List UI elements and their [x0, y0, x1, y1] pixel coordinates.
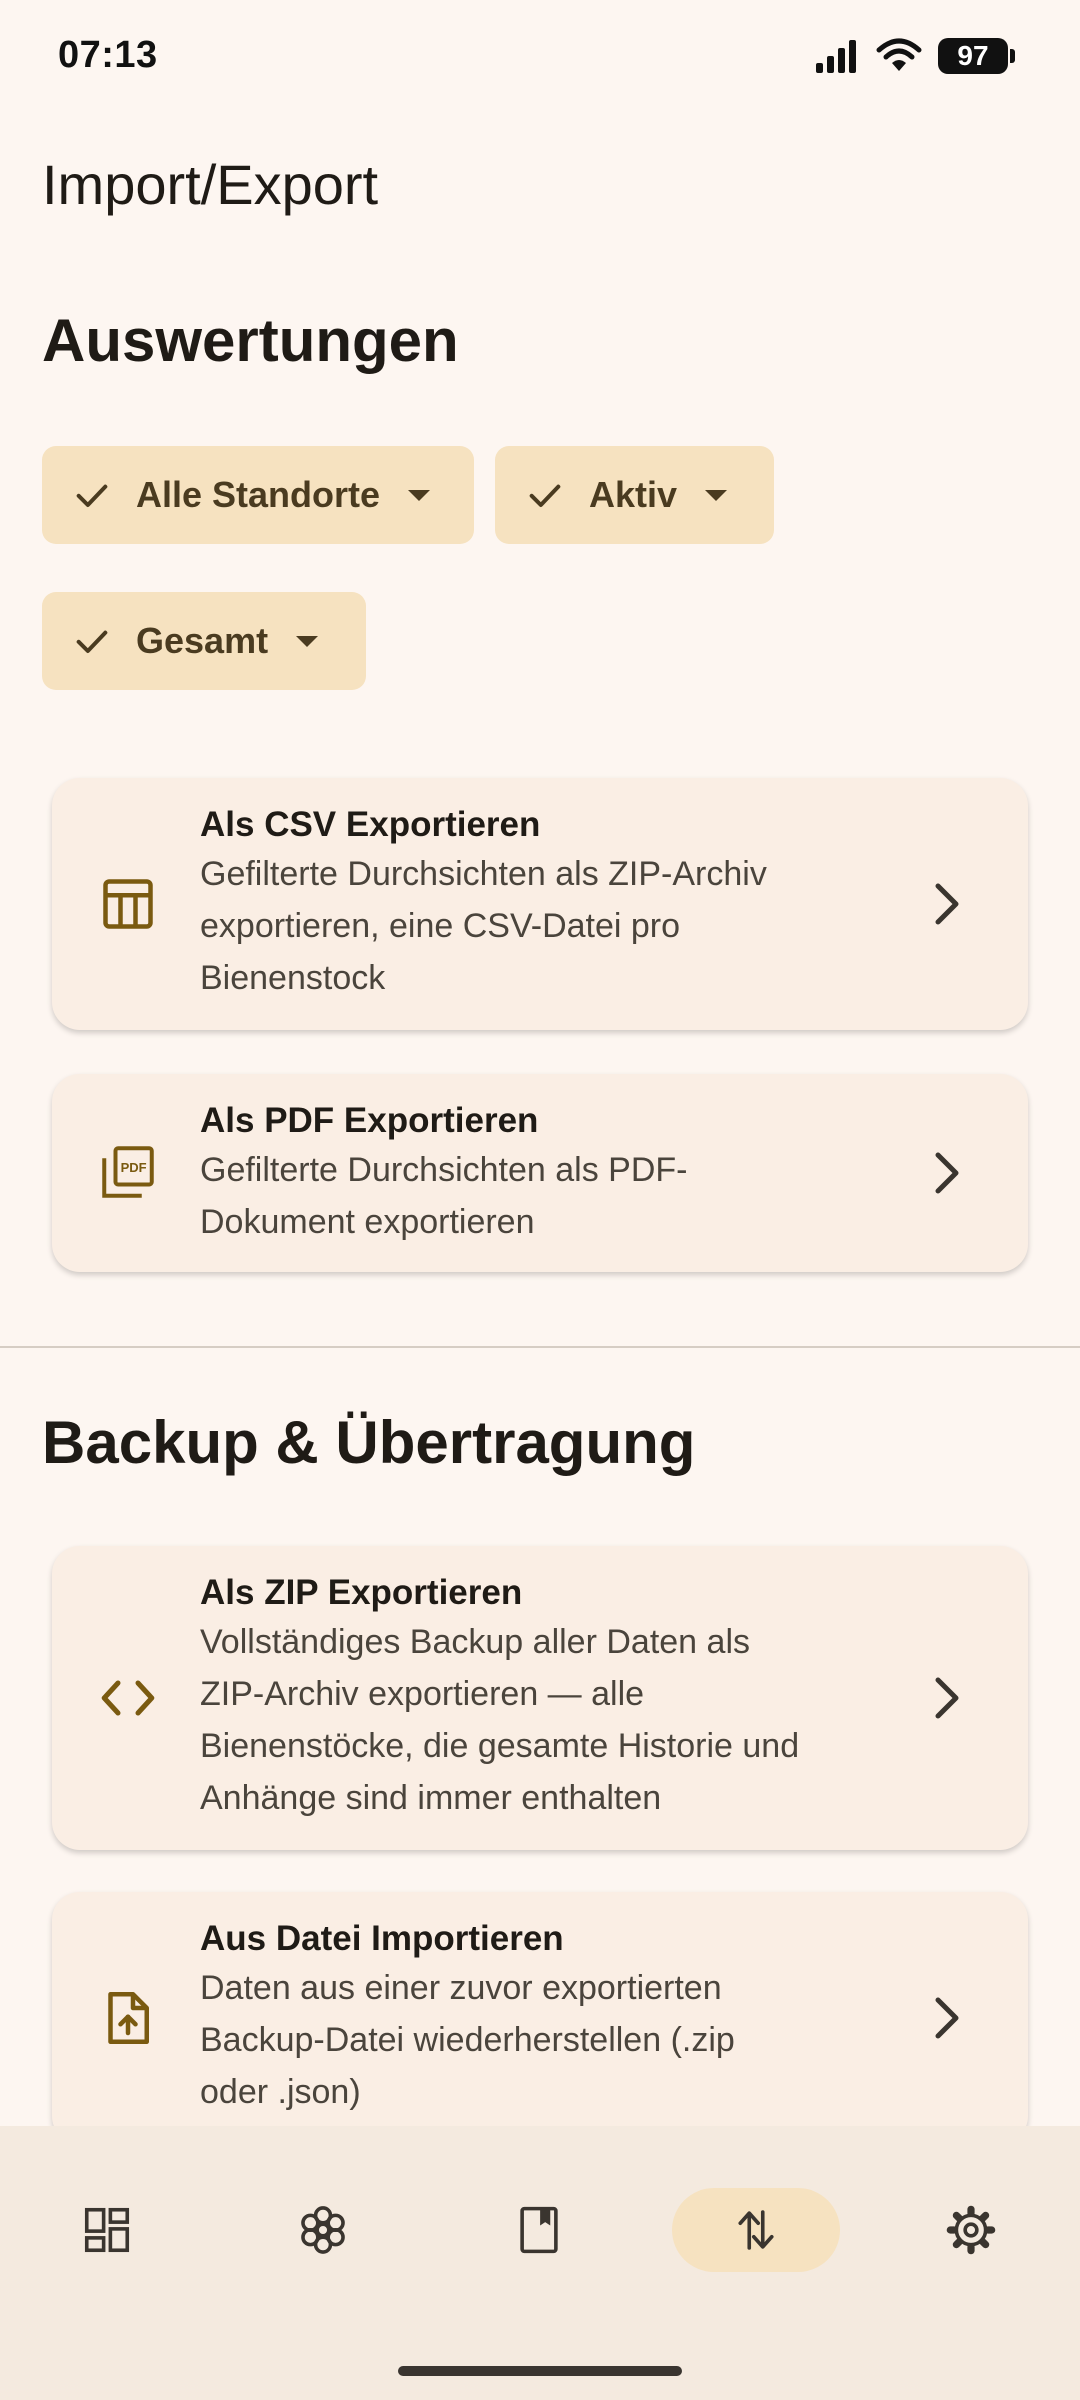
nav-item-dashboard[interactable] — [27, 2188, 187, 2272]
status-time: 07:13 — [58, 34, 158, 76]
wifi-icon — [876, 38, 922, 71]
dropdown-arrow-icon — [296, 635, 319, 647]
gear-icon — [946, 2205, 996, 2255]
card-title: Als CSV Exportieren — [200, 805, 541, 844]
card-title: Als PDF Exportieren — [200, 1101, 539, 1140]
file-upload-icon — [108, 1992, 149, 2044]
chevron-right-icon — [935, 883, 959, 925]
page-title: Import/Export — [42, 153, 379, 216]
nav-item-import-export[interactable] — [672, 2188, 840, 2272]
export-zip-card[interactable]: Als ZIP Exportieren Vollständiges Backup… — [52, 1546, 1028, 1850]
filter-chip-label: Gesamt — [136, 620, 269, 661]
nav-item-hives[interactable] — [243, 2188, 403, 2272]
dropdown-arrow-icon — [705, 489, 728, 501]
table-icon — [103, 879, 153, 929]
pdf-icon: PDF — [102, 1146, 154, 1198]
bottom-navigation — [0, 2126, 1080, 2400]
card-description: Vollständiges Backup aller Daten als ZIP… — [200, 1623, 800, 1817]
check-icon — [76, 484, 108, 507]
export-pdf-card[interactable]: PDF Als PDF Exportieren Gefilterte Durch… — [52, 1074, 1028, 1272]
check-icon — [529, 484, 561, 507]
chevron-right-icon — [935, 1152, 959, 1194]
chevron-right-icon — [935, 1997, 959, 2039]
section-title-backup: Backup & Übertragung — [42, 1409, 696, 1476]
svg-text:PDF: PDF — [121, 1160, 147, 1175]
status-icons: 97 — [814, 38, 1015, 74]
import-export-icon — [738, 2210, 774, 2250]
import-file-card[interactable]: Aus Datei Importieren Daten aus einer zu… — [52, 1892, 1028, 2144]
filter-chip-period[interactable]: Gesamt — [42, 592, 366, 690]
export-csv-card[interactable]: Als CSV Exportieren Gefilterte Durchsich… — [52, 778, 1028, 1030]
filter-chip-label: Aktiv — [589, 474, 678, 515]
signal-icon — [816, 40, 856, 73]
section-divider — [0, 1346, 1080, 1348]
dashboard-icon — [84, 2207, 130, 2253]
filter-chip-status[interactable]: Aktiv — [495, 446, 774, 544]
check-icon — [76, 630, 108, 653]
book-icon — [520, 2206, 558, 2254]
flower-icon — [301, 2206, 345, 2254]
card-description: Daten aus einer zuvor exportierten Backu… — [200, 1969, 735, 2111]
filter-chip-label: Alle Standorte — [136, 474, 381, 515]
code-icon — [101, 1680, 155, 1716]
status-bar: 07:13 97 — [0, 0, 1080, 116]
card-title: Aus Datei Importieren — [200, 1919, 564, 1958]
filter-chip-location[interactable]: Alle Standorte — [42, 446, 474, 544]
section-title-reports: Auswertungen — [42, 307, 459, 374]
chevron-right-icon — [935, 1677, 959, 1719]
card-title: Als ZIP Exportieren — [200, 1573, 523, 1612]
home-indicator[interactable] — [398, 2366, 682, 2376]
card-description: Gefilterte Durchsichten als PDF- Dokumen… — [200, 1151, 688, 1241]
dropdown-arrow-icon — [408, 489, 431, 501]
card-description: Gefilterte Durchsichten als ZIP-Archiv e… — [200, 855, 767, 997]
battery-indicator: 97 — [938, 38, 1015, 74]
nav-item-journal[interactable] — [459, 2188, 619, 2272]
nav-item-settings[interactable] — [891, 2188, 1051, 2272]
